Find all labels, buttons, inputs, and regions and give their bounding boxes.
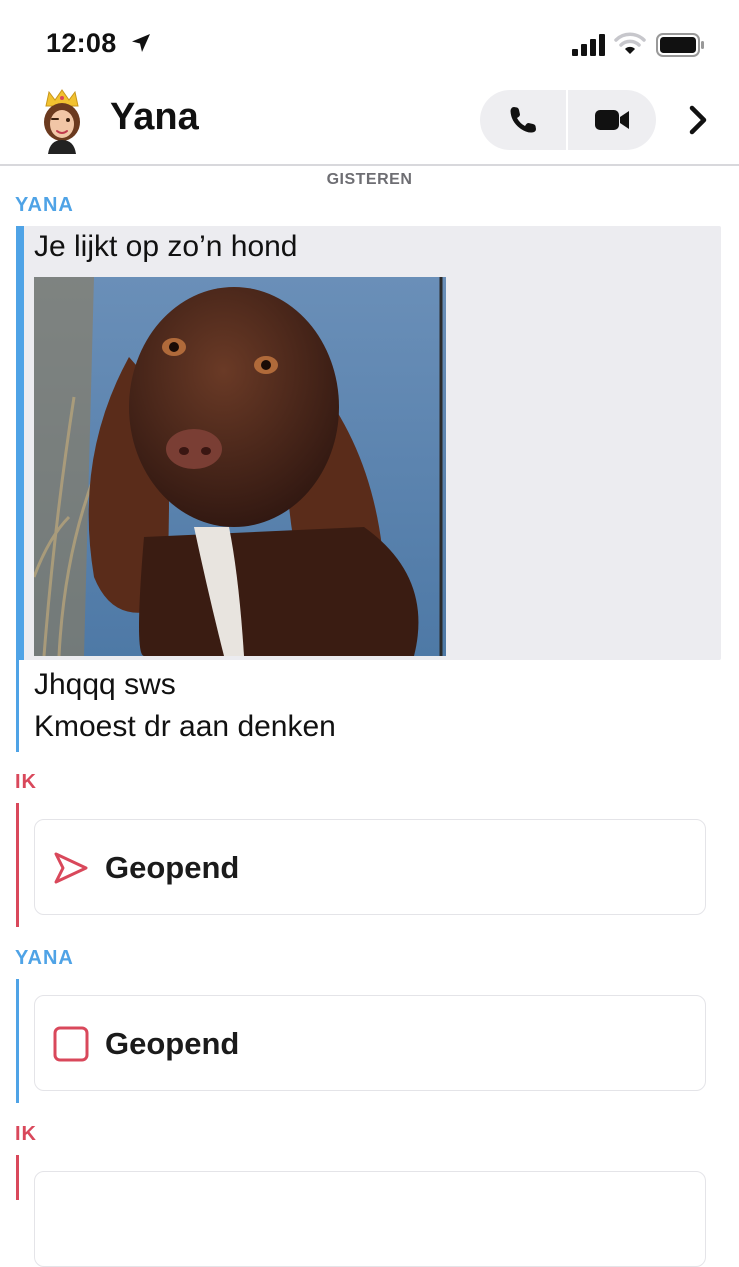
bitmoji-avatar[interactable] <box>34 88 90 154</box>
contact-name[interactable]: Yana <box>110 96 199 139</box>
received-square-icon <box>53 1026 89 1062</box>
sender-bar-yana <box>16 979 19 1103</box>
sender-bar-yana <box>16 660 19 752</box>
location-arrow-icon <box>132 34 150 52</box>
dog-photo[interactable] <box>34 277 446 656</box>
sender-label-ik: IK <box>15 1123 37 1145</box>
sender-label-ik: IK <box>15 771 37 793</box>
message-text[interactable]: Jhqqq sws <box>34 668 176 702</box>
voice-call-button[interactable] <box>480 90 566 150</box>
sender-label-yana: YANA <box>15 194 74 216</box>
status-label: Geopend <box>105 850 240 885</box>
battery-icon <box>656 33 704 57</box>
sender-bar-ik <box>16 1155 19 1200</box>
chat-header: Yana <box>0 88 739 166</box>
message-text[interactable]: Kmoest dr aan denken <box>34 710 336 744</box>
video-call-button[interactable] <box>568 90 656 150</box>
video-icon <box>595 110 629 130</box>
sender-bar-ik <box>16 803 19 927</box>
status-time: 12:08 <box>46 28 117 58</box>
sender-bar-yana-saved <box>16 226 24 660</box>
chevron-button[interactable] <box>682 102 714 138</box>
chevron-right-icon <box>689 105 707 135</box>
sender-label-yana: YANA <box>15 947 74 969</box>
sent-arrow-icon <box>54 852 88 884</box>
status-label: Geopend <box>105 1026 240 1061</box>
signal-icon <box>572 34 605 56</box>
snap-status-card[interactable]: Geopend <box>34 995 706 1091</box>
date-divider: GISTEREN <box>326 171 413 188</box>
call-buttons <box>480 90 656 150</box>
wifi-icon <box>614 32 646 54</box>
message-text[interactable]: Je lijkt op zo’n hond <box>34 230 298 264</box>
snap-status-card[interactable] <box>34 1171 706 1267</box>
snap-status-card[interactable]: Geopend <box>34 819 706 915</box>
status-bar: 12:08 <box>0 0 739 88</box>
phone-icon <box>510 107 536 133</box>
